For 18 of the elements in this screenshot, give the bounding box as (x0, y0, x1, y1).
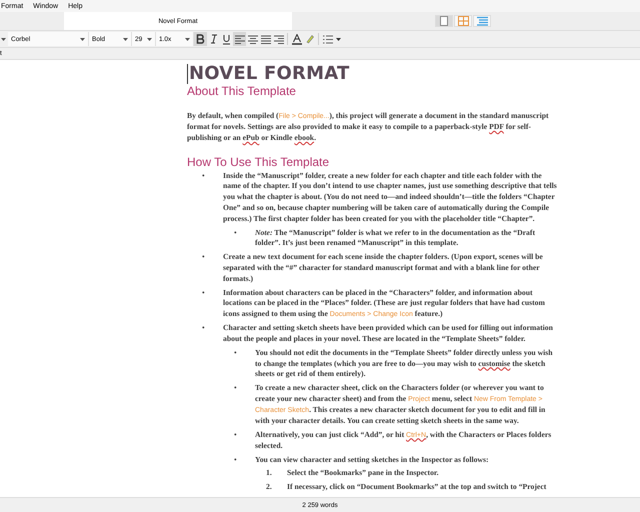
caret-icon (185, 38, 190, 40)
caret-icon (147, 38, 152, 40)
caret-icon[interactable] (1, 38, 6, 40)
outline-view-button[interactable] (473, 15, 491, 27)
document-view-button[interactable] (435, 15, 453, 27)
italic-icon (209, 34, 218, 44)
bold-icon (196, 34, 205, 44)
section-heading: How To Use This Template (187, 154, 330, 169)
subheading: About This Template (187, 84, 297, 99)
text-cursor (187, 64, 188, 84)
caret-icon (123, 38, 128, 40)
underline-button[interactable] (220, 32, 233, 46)
document-title: NOVEL FORMAT (189, 64, 350, 84)
text-color-button[interactable] (290, 32, 303, 46)
bold-button[interactable] (194, 32, 207, 46)
caret-icon (80, 38, 85, 40)
underline-icon (222, 34, 231, 44)
align-left-button[interactable] (233, 32, 246, 46)
